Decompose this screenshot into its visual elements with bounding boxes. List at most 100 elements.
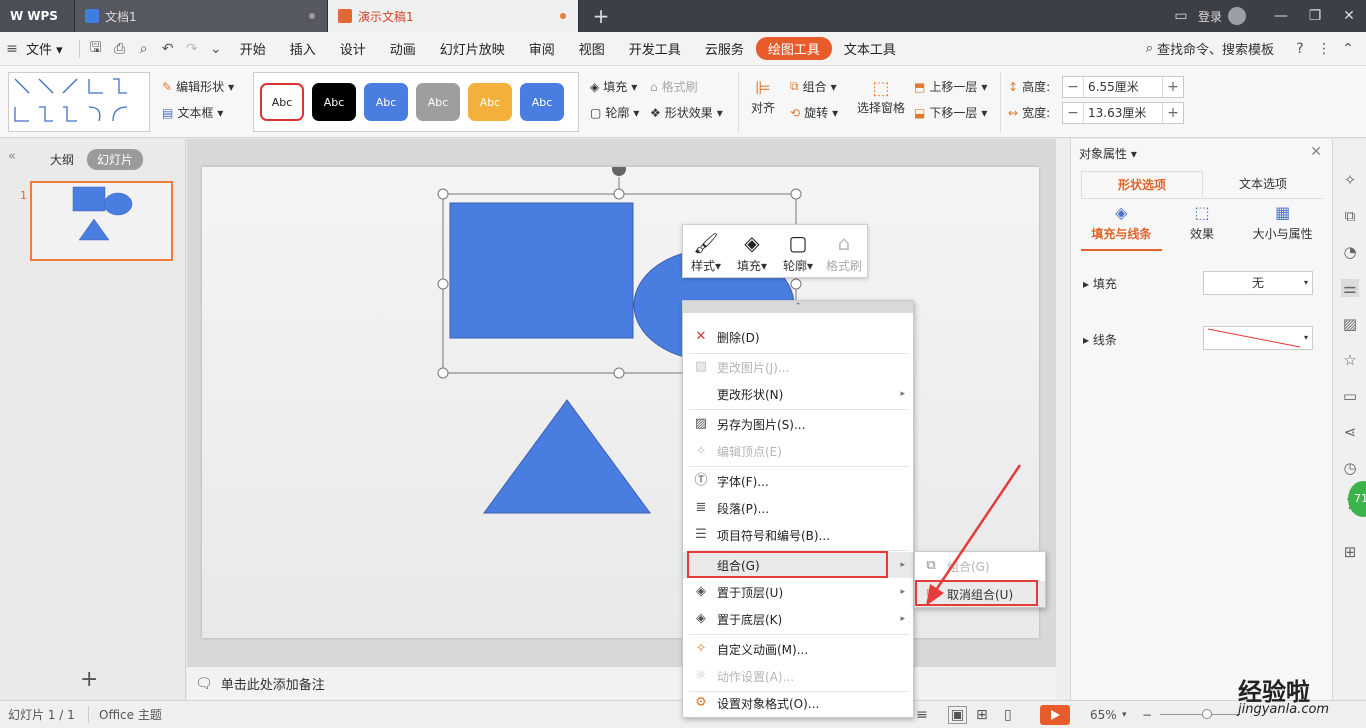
width-value[interactable]: 13.63厘米 — [1083, 103, 1163, 123]
tab-slides[interactable]: 幻灯片 — [87, 149, 144, 170]
line-shapes-gallery[interactable] — [8, 72, 150, 132]
customize-dropdown-icon[interactable]: ⌄ — [204, 41, 228, 57]
shapes-icon[interactable]: ◔ — [1341, 243, 1359, 261]
menu-drawing-tools[interactable]: 绘图工具 — [755, 37, 832, 60]
wps-home-tab[interactable]: W WPS — [0, 0, 75, 32]
save-icon[interactable]: 🖫 — [84, 37, 108, 61]
triangle-shape[interactable] — [483, 399, 651, 514]
properties-icon[interactable]: ⚌ — [1341, 279, 1359, 297]
menu-bring-to-front[interactable]: ◈ 置于顶层(U) ▸ — [683, 579, 913, 605]
login-link[interactable]: 登录 — [1198, 8, 1222, 25]
redo-icon[interactable]: ↷ — [180, 41, 204, 57]
avatar[interactable] — [1228, 7, 1246, 25]
zoom-out-button[interactable]: − — [1142, 708, 1152, 722]
text-box-button[interactable]: ▤ 文本框 ▾ — [162, 104, 223, 121]
play-slideshow-button[interactable] — [1040, 705, 1070, 725]
style-sample-4[interactable]: Abc — [416, 83, 460, 121]
print-icon[interactable]: ⎙ — [108, 41, 132, 57]
menu-send-to-back[interactable]: ◈ 置于底层(K) ▸ — [683, 606, 913, 632]
line-select[interactable]: ▾ — [1203, 326, 1313, 350]
edit-shape-button[interactable]: ✎ 编辑形状 ▾ — [162, 78, 234, 95]
menu-action-settings[interactable]: ☼ 动作设置(A)... — [683, 663, 913, 689]
hamburger-icon[interactable]: ≡ — [0, 41, 24, 57]
theme-name[interactable]: Office 主题 — [88, 706, 162, 723]
scroll-up-icon[interactable]: ⌃ — [683, 301, 913, 313]
style-sample-6[interactable]: Abc — [520, 83, 564, 121]
fill-section-toggle[interactable]: ▸ 填充 — [1083, 275, 1117, 292]
menu-bullets[interactable]: ☰ 项目符号和编号(B)... — [683, 522, 913, 548]
new-tab-button[interactable]: + — [579, 0, 623, 32]
tab-shape-options[interactable]: 形状选项 — [1081, 171, 1203, 198]
menu-start[interactable]: 开始 — [228, 39, 278, 58]
undo-icon[interactable]: ↶ — [156, 41, 180, 57]
menu-insert[interactable]: 插入 — [278, 39, 328, 58]
menu-cloud[interactable]: 云服务 — [693, 39, 756, 58]
collapse-panel-icon[interactable]: « — [8, 149, 16, 164]
menu-design[interactable]: 设计 — [328, 39, 378, 58]
rotate-button[interactable]: ⟲ 旋转 ▾ — [790, 104, 838, 121]
tab-outline[interactable]: 大纲 — [50, 151, 74, 168]
style-sample-2[interactable]: Abc — [312, 83, 356, 121]
menu-paragraph[interactable]: ≣ 段落(P)... — [683, 495, 913, 521]
menu-edit-points[interactable]: ⟡ 编辑顶点(E) — [683, 438, 913, 464]
image-icon[interactable]: ▨ — [1341, 315, 1359, 333]
normal-view-icon[interactable]: ▣ — [948, 705, 968, 724]
window-mode-icon[interactable]: ▭ — [1164, 8, 1198, 24]
unsaved-dot-icon[interactable] — [560, 13, 566, 19]
print-preview-icon[interactable]: ⌕ — [132, 41, 156, 57]
zoom-slider-thumb[interactable] — [1202, 709, 1212, 719]
minimize-button[interactable]: — — [1264, 8, 1298, 24]
notes-area[interactable]: 🗨 单击此处添加备注 — [187, 666, 1056, 700]
menu-custom-animation[interactable]: ✧ 自定义动画(M)... — [683, 636, 913, 662]
zoom-level[interactable]: 65% — [1090, 708, 1117, 722]
file-menu[interactable]: 文件 ▾ — [24, 39, 75, 58]
vertical-scrollbar[interactable] — [1056, 139, 1070, 700]
bring-forward-button[interactable]: ⬒ 上移一层 ▾ — [914, 78, 987, 95]
menu-text-tools[interactable]: 文本工具 — [832, 39, 908, 58]
menu-change-shape[interactable]: 更改形状(N) ▸ — [683, 381, 913, 407]
collapse-ribbon-icon[interactable]: ⌃ — [1336, 41, 1360, 57]
tab-effects[interactable]: ⬚ 效果 — [1162, 203, 1243, 251]
style-sample-3[interactable]: Abc — [364, 83, 408, 121]
tab-fill-and-line[interactable]: ◈ 填充与线条 — [1081, 203, 1162, 251]
tab-close-dot-icon[interactable] — [309, 13, 315, 19]
menu-animation[interactable]: 动画 — [378, 39, 428, 58]
reading-view-icon[interactable]: ▯ — [1004, 707, 1012, 723]
rectangle-shape[interactable] — [449, 202, 634, 339]
close-panel-icon[interactable]: ✕ — [1310, 144, 1322, 160]
grid-icon[interactable]: ⊞ — [1341, 543, 1359, 561]
height-field[interactable]: − 6.55厘米 + — [1062, 76, 1184, 98]
star-icon[interactable]: ☆ — [1341, 351, 1359, 369]
float-format-brush-button[interactable]: ⌂ 格式刷 — [821, 225, 867, 277]
format-brush-button[interactable]: ⌂ 格式刷 — [650, 78, 698, 95]
style-sample-5[interactable]: Abc — [468, 83, 512, 121]
width-increment-button[interactable]: + — [1163, 105, 1183, 121]
group-button[interactable]: ⧉ 组合 ▾ — [790, 78, 837, 95]
copy-icon[interactable]: ⧉ — [1341, 207, 1359, 225]
tab-presentation1[interactable]: 演示文稿1 — [328, 0, 579, 32]
fill-button[interactable]: ◈ 填充 ▾ — [590, 78, 637, 95]
height-decrement-button[interactable]: − — [1063, 79, 1083, 95]
menu-developer[interactable]: 开发工具 — [617, 39, 693, 58]
send-backward-button[interactable]: ⬓ 下移一层 ▾ — [914, 104, 987, 121]
magic-icon[interactable]: ✧ — [1341, 171, 1359, 189]
menu-font[interactable]: Ⓣ 字体(F)... — [683, 468, 913, 494]
panel-title[interactable]: 对象属性 ▾ — [1079, 145, 1137, 162]
menu-review[interactable]: 审阅 — [517, 39, 567, 58]
line-section-toggle[interactable]: ▸ 线条 — [1083, 331, 1117, 348]
menu-delete[interactable]: ✕ 删除(D) — [683, 324, 913, 350]
notes-toggle-icon[interactable]: ≡ — [916, 707, 928, 723]
rotate-handle-icon[interactable] — [612, 167, 626, 176]
align-button[interactable]: ⊫ 对齐 — [746, 78, 780, 116]
submenu-group[interactable]: ⧉ 组合(G) — [915, 553, 1045, 579]
shape-effects-button[interactable]: ❖ 形状效果 ▾ — [650, 104, 723, 121]
help-icon[interactable]: ? — [1288, 41, 1312, 57]
tab-text-options[interactable]: 文本选项 — [1203, 171, 1323, 198]
height-increment-button[interactable]: + — [1163, 79, 1183, 95]
tab-size-properties[interactable]: ▦ 大小与属性 — [1242, 203, 1323, 251]
more-icon[interactable]: ⋮ — [1312, 41, 1336, 57]
menu-view[interactable]: 视图 — [567, 39, 617, 58]
width-decrement-button[interactable]: − — [1063, 105, 1083, 121]
share-icon[interactable]: ⋖ — [1341, 423, 1359, 441]
tab-document1[interactable]: 文档1 — [75, 0, 328, 32]
